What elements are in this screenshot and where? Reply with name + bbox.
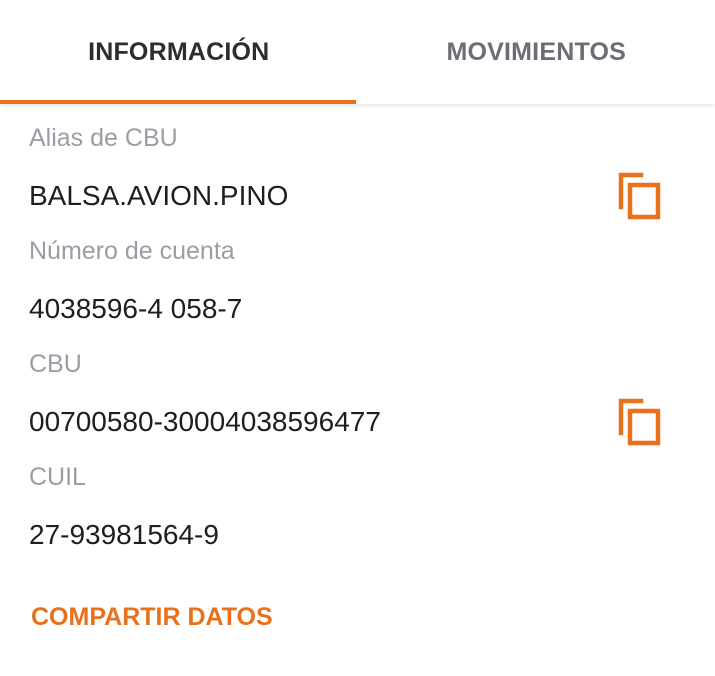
cuil-label: CUIL bbox=[29, 463, 86, 491]
copy-icon bbox=[618, 398, 661, 446]
copy-cbu-button[interactable] bbox=[616, 397, 666, 449]
cbu-value: 00700580-30004038596477 bbox=[29, 406, 381, 437]
tab-bar: INFORMACIÓN MOVIMIENTOS bbox=[0, 0, 715, 104]
tab-movimientos-label: MOVIMIENTOS bbox=[446, 37, 627, 66]
account-number-value: 4038596-4 058-7 bbox=[29, 293, 243, 324]
copy-icon bbox=[618, 172, 661, 220]
alias-label: Alias de CBU bbox=[29, 124, 178, 152]
tab-movimientos[interactable]: MOVIMIENTOS bbox=[358, 0, 715, 104]
tab-informacion-label: INFORMACIÓN bbox=[88, 37, 270, 66]
cbu-label: CBU bbox=[29, 350, 82, 378]
cuil-value: 27-93981564-9 bbox=[29, 519, 219, 550]
share-data-button[interactable]: COMPARTIR DATOS bbox=[31, 603, 273, 632]
tab-active-indicator bbox=[0, 100, 356, 104]
alias-value: BALSA.AVION.PINO bbox=[29, 180, 289, 211]
copy-alias-button[interactable] bbox=[616, 171, 666, 223]
tab-informacion[interactable]: INFORMACIÓN bbox=[0, 0, 358, 104]
account-number-label: Número de cuenta bbox=[29, 237, 235, 265]
